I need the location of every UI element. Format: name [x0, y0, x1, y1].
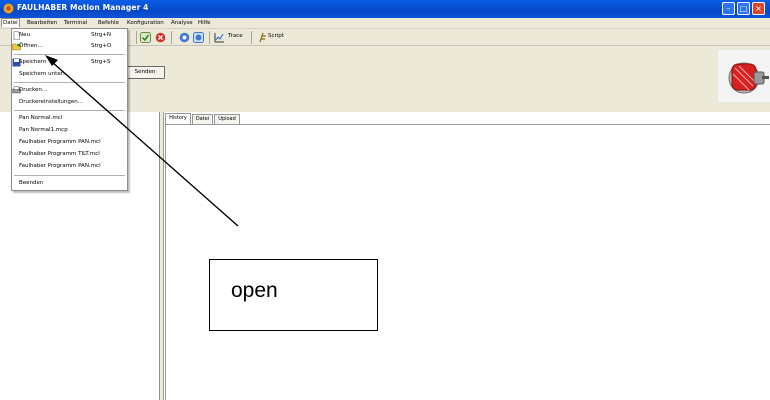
menu-separator [14, 110, 125, 111]
window-title: FAULHABER Motion Manager 4 [17, 3, 149, 12]
menu-separator [14, 175, 125, 176]
menu-item-shortcut: Strg+N [91, 32, 112, 38]
menu-item-shortcut: Strg+O [91, 43, 112, 49]
menu-terminal[interactable]: Terminal [64, 19, 87, 28]
menu-item-exit[interactable]: Beenden [12, 178, 127, 189]
menu-befehle[interactable]: Befehle [98, 19, 119, 28]
menu-bearbeiten[interactable]: Bearbeiten [27, 19, 57, 28]
menu-item-label: Druckereinstellungen... [19, 99, 83, 105]
send-button[interactable]: Senden [125, 66, 165, 79]
menu-item-label: Pan Normal.mcl [19, 115, 63, 121]
annotation-callout: open [209, 259, 378, 331]
toolbar-separator [136, 31, 137, 44]
menu-hilfe[interactable]: Hilfe [198, 19, 211, 28]
menu-konfiguration[interactable]: Konfiguration [127, 19, 164, 28]
menu-item-label: Faulhaber Programm PAN.mcl [19, 139, 101, 145]
close-button[interactable]: × [752, 2, 765, 15]
menu-separator [14, 54, 125, 55]
connect-icon[interactable] [140, 32, 151, 43]
menu-analyse[interactable]: Analyse [171, 19, 193, 28]
menu-item-save-as[interactable]: Speichern unter... [12, 69, 127, 80]
menu-item-label: Speichern unter... [19, 71, 68, 77]
file-menu-dropdown: Neu Strg+N Öffnen... Strg+O Speichern St… [11, 28, 128, 191]
recent-file-1[interactable]: Pan Normal.mcl [12, 113, 127, 124]
trace-button-label[interactable]: Trace [228, 33, 243, 39]
toolbar-separator [251, 31, 252, 44]
menu-item-print-settings[interactable]: Druckereinstellungen... [12, 97, 127, 108]
menu-item-open[interactable]: Öffnen... Strg+O [12, 41, 127, 52]
script-icon[interactable] [257, 32, 268, 43]
tab-datei[interactable]: Datei [192, 114, 213, 124]
menu-item-label: Drucken... [19, 87, 48, 93]
maximize-button[interactable]: □ [737, 2, 750, 15]
toolbar-separator [209, 31, 210, 44]
recent-file-5[interactable]: Faulhaber Programm PAN.mcl [12, 161, 127, 172]
node-info-icon[interactable] [193, 32, 204, 43]
panel-splitter[interactable] [160, 112, 164, 400]
title-bar: FAULHABER Motion Manager 4 – □ × [0, 0, 770, 18]
tab-upload[interactable]: Upload [214, 114, 240, 124]
menu-item-label: Beenden [19, 180, 44, 186]
menu-item-save[interactable]: Speichern Strg+S [12, 57, 127, 68]
annotation-text: open [231, 279, 278, 302]
recent-file-4[interactable]: Faulhaber Programm TILT.mcl [12, 149, 127, 160]
trace-icon[interactable] [214, 32, 225, 43]
node-scan-icon[interactable] [179, 32, 190, 43]
menu-item-label: Pan Normal1.mcp [19, 127, 68, 133]
script-button-label[interactable]: Script [268, 33, 284, 39]
menu-item-label: Neu [19, 32, 30, 38]
menu-item-print[interactable]: Drucken... [12, 85, 127, 96]
menu-separator [14, 82, 125, 83]
menu-item-shortcut: Strg+S [91, 59, 111, 65]
motor-image-icon [718, 50, 770, 102]
menu-item-label: Faulhaber Programm TILT.mcl [19, 151, 100, 157]
menu-item-new[interactable]: Neu Strg+N [12, 30, 127, 41]
menu-item-label: Öffnen... [19, 43, 43, 49]
recent-file-3[interactable]: Faulhaber Programm PAN.mcl [12, 137, 127, 148]
minimize-button[interactable]: – [722, 2, 735, 15]
toolbar-separator [171, 31, 172, 44]
menu-item-label: Speichern [19, 59, 47, 65]
menu-datei[interactable]: Datei [1, 18, 20, 27]
app-logo-icon [3, 3, 14, 14]
disconnect-icon[interactable] [155, 32, 166, 43]
menu-item-label: Faulhaber Programm PAN.mcl [19, 163, 101, 169]
recent-file-2[interactable]: Pan Normal1.mcp [12, 125, 127, 136]
